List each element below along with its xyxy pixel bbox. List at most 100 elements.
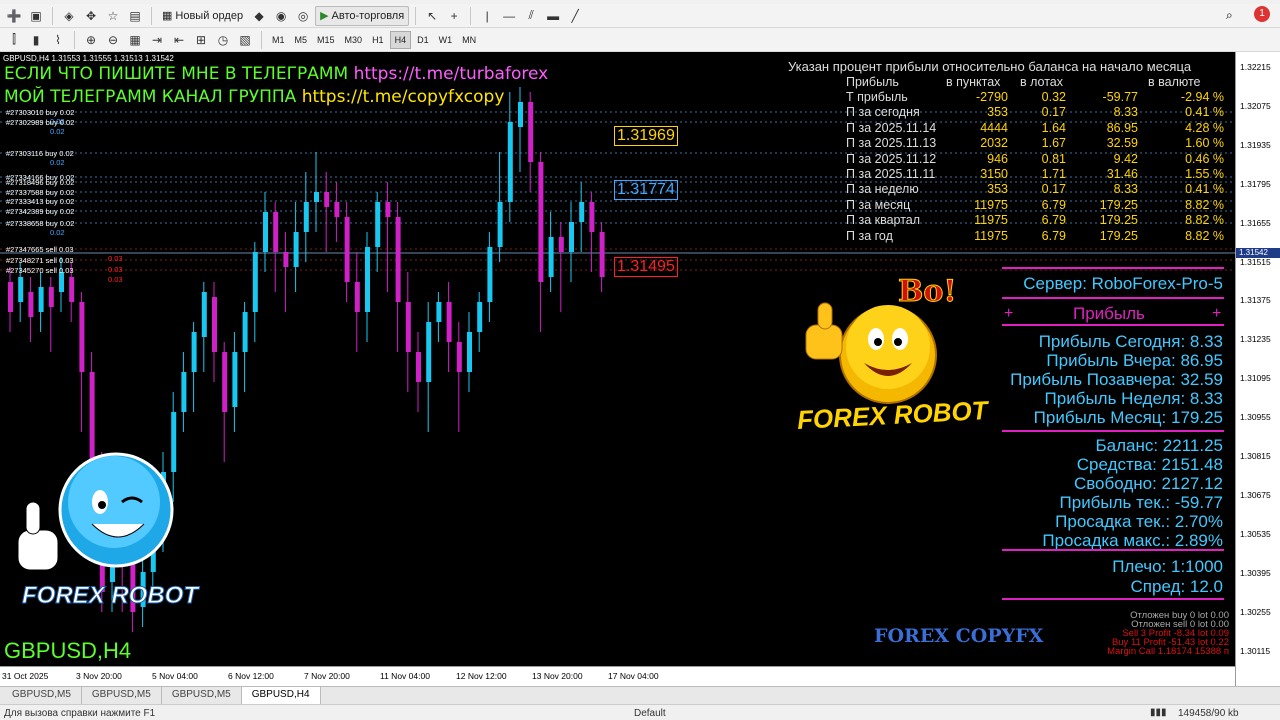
order-label[interactable]: #27342389 buy 0.02 [6,207,74,216]
candle-body [589,202,595,232]
signals-icon[interactable]: ◎ [293,6,313,26]
timeframe-m1[interactable]: M1 [268,31,289,49]
timeframe-m15[interactable]: M15 [313,31,339,49]
templates-icon[interactable]: ▧ [235,30,255,50]
telegram-link-1[interactable]: https://t.me/turbaforex [354,64,549,84]
indicators-icon[interactable]: ⊞ [191,30,211,50]
timeframe-m30[interactable]: M30 [341,31,367,49]
order-label[interactable]: #27348271 sell 0.03 [6,256,74,265]
timeframe-w1[interactable]: W1 [435,31,457,49]
time-tick: 7 Nov 20:00 [304,671,350,681]
crosshair-tool-icon[interactable]: + [444,6,464,26]
zoom-in-icon[interactable]: ⊕ [81,30,101,50]
candle-body [252,252,258,312]
tab-gbpusd-m5-1[interactable]: GBPUSD,M5 [2,687,82,704]
vertical-line-icon[interactable]: | [477,6,497,26]
order-label[interactable]: #27345270 sell 0.03 [6,266,74,275]
candle-body [528,102,534,162]
stats-row: Т прибыль -2790 0.32 -59.77 -2.94 % [846,90,1226,105]
tab-gbpusd-m5-3[interactable]: GBPUSD,M5 [162,687,242,704]
candle-body [477,302,483,332]
navigator-icon[interactable]: ☆ [103,6,123,26]
stats-row: П за 2025.11.12 946 0.81 9.42 0.46 % [846,152,1226,167]
timeframe-m5[interactable]: M5 [291,31,312,49]
stats-cell-points: 353 [987,182,1008,197]
notification-icon[interactable]: 1 [1254,6,1270,22]
stats-cell-label: П за сегодня [846,105,920,120]
order-lot: 0.02 [50,127,65,136]
winking-smiley-icon [17,452,174,571]
price-scale[interactable]: 1.32215 1.32075 1.31935 1.31795 1.31655 1.315… [1235,52,1280,686]
new-chart-icon[interactable]: ➕ [4,6,24,26]
divider-line [1002,297,1224,299]
stats-row: П за месяц 11975 6.79 179.25 8.82 % [846,198,1226,213]
order-label[interactable]: #27338658 buy 0.02 [6,219,74,228]
divider-line [1002,324,1224,326]
zoom-out-icon[interactable]: ⊖ [103,30,123,50]
order-label[interactable]: #27303116 buy 0.02 [6,149,74,158]
candle-body [283,252,289,267]
price-chart[interactable]: GBPUSD,H4 1.31553 1.31555 1.31513 1.3154… [0,52,1235,686]
candle-body [538,162,544,282]
candle-body [416,352,421,382]
stats-cell-money: 8.33 [1113,105,1138,120]
community-icon[interactable]: ◉ [271,6,291,26]
price-tick: 1.30815 [1240,451,1271,461]
profiles-icon[interactable]: ▣ [26,6,46,26]
stats-cell-points: 11975 [974,197,1008,212]
search-icon[interactable]: ⌕ [1226,8,1233,23]
metaeditor-icon[interactable]: ◆ [249,6,269,26]
tab-gbpusd-h4[interactable]: GBPUSD,H4 [241,687,321,704]
profit-line: Прибыль Неделя: 8.33 [1044,389,1223,408]
timeframe-d1[interactable]: D1 [413,31,433,49]
order-label[interactable]: #27337588 buy 0.02 [6,188,74,197]
stats-cell-points: 11975 [974,228,1008,243]
crosshair-icon[interactable]: ✥ [81,6,101,26]
candle-body [446,302,452,342]
profit-header: Прибыль [1073,304,1145,323]
order-label[interactable]: #27347665 sell 0.03 [6,245,74,254]
stats-cell-money: 179.25 [1099,197,1138,212]
candle-body [599,232,605,277]
trendline-icon[interactable]: ╱ [565,6,585,26]
stats-cell-pct: 0.41 % [1185,105,1224,120]
order-lot: 0.03 [108,275,123,284]
order-label[interactable]: #27302989 buy 0.02 [6,118,74,127]
stats-cell-lots: 6.79 [1041,213,1066,228]
horizontal-line-icon[interactable]: — [499,6,519,26]
channel-icon[interactable]: ⫽ [521,6,541,26]
price-tick: 1.31375 [1240,295,1271,306]
order-label[interactable]: #27333413 buy 0.02 [6,197,74,206]
order-label[interactable]: #27318496 buy 0.02 [6,178,74,187]
time-scale[interactable]: 31 Oct 2025 3 Nov 20:00 5 Nov 04:00 6 Nov 1… [0,666,1235,686]
candles-icon[interactable]: ▮ [26,30,46,50]
cursor-icon[interactable]: ↖ [422,6,442,26]
timeframe-mn[interactable]: MN [458,31,480,49]
stats-cell-pct: 0.46 % [1185,151,1224,166]
autotrading-button[interactable]: ▶ Авто-торговля [315,5,410,26]
period-icon[interactable]: ◷ [213,30,233,50]
profit-line: Прибыль Позавчера: 32.59 [1010,370,1223,389]
stats-cell-lots: 6.79 [1041,228,1066,243]
timeframe-h4[interactable]: H4 [389,30,412,49]
stats-cell-money: 32.59 [1106,136,1138,151]
separator [52,6,53,25]
candle-body [79,302,85,372]
new-order-button[interactable]: ▦ Новый ордер [158,6,247,26]
tab-gbpusd-m5-2[interactable]: GBPUSD,M5 [82,687,162,704]
time-tick: 3 Nov 20:00 [76,671,122,681]
timeframe-h1[interactable]: H1 [368,31,388,49]
bar-chart-icon[interactable]: ⫿ [4,30,24,50]
autoscroll-icon[interactable]: ⇥ [147,30,167,50]
rectangle-icon[interactable]: ▬ [543,6,563,26]
market-watch-icon[interactable]: ◈ [59,6,79,26]
order-label[interactable]: #27303010 buy 0.02 [6,108,74,117]
terminal-icon[interactable]: ▤ [125,6,145,26]
chart-shift-icon[interactable]: ⇤ [169,30,189,50]
telegram-link-2[interactable]: https://t.me/copyfxcopy [302,87,505,107]
line-chart-icon[interactable]: ⌇ [48,30,68,50]
stats-cell-lots: 0.17 [1041,182,1066,197]
tile-windows-icon[interactable]: ▦ [125,30,145,50]
candle-body [569,222,574,252]
watermark: FOREX COPYFX [874,625,1044,647]
